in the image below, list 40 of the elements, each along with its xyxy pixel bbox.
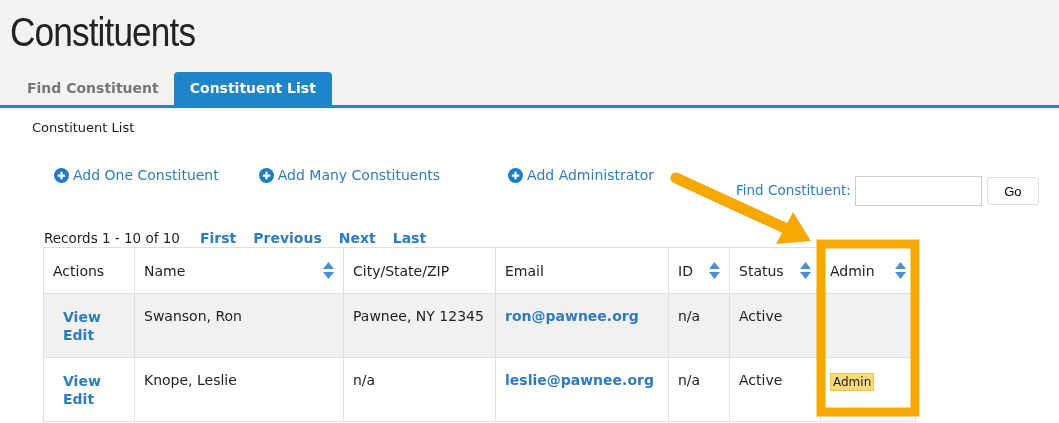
- plus-circle-icon: [54, 167, 69, 183]
- sort-icon: [800, 262, 811, 279]
- table-cell: Swanson, Ron: [134, 293, 344, 358]
- search-field[interactable]: [854, 176, 982, 206]
- add-link[interactable]: Add Many Constituents: [258, 167, 441, 183]
- column-header: Email: [495, 247, 669, 294]
- table-cell: n/a: [668, 357, 730, 422]
- records-count: Records 1 - 10 of 10: [44, 230, 180, 246]
- pager-link[interactable]: Next: [338, 230, 376, 246]
- row-action-link[interactable]: View: [63, 372, 125, 390]
- row-action-link[interactable]: Edit: [63, 390, 125, 408]
- table-cell: Knope, Leslie: [134, 357, 344, 422]
- column-header: City/State/ZIP: [343, 247, 496, 294]
- pager-link[interactable]: Last: [392, 230, 427, 246]
- pager-link[interactable]: First: [199, 230, 237, 246]
- row-action-link[interactable]: View: [63, 308, 125, 326]
- column-header: Actions: [43, 247, 135, 294]
- admin-tag: Admin: [830, 373, 875, 391]
- sort-icon: [895, 262, 906, 279]
- page-title: Constituents: [10, 9, 197, 56]
- pager-link[interactable]: Previous: [253, 230, 322, 246]
- tab[interactable]: Constituent List: [173, 72, 332, 105]
- email-link[interactable]: ron@pawnee.org: [505, 308, 639, 324]
- table-cell: Pawnee, NY 12345: [343, 293, 496, 358]
- plus-circle-icon: [508, 167, 524, 183]
- table-cell: n/a: [668, 293, 730, 358]
- sort-icon: [323, 262, 334, 279]
- breadcrumb: Constituent List: [32, 120, 136, 135]
- sort-icon: [709, 262, 720, 279]
- tab[interactable]: Find Constituent: [16, 72, 170, 105]
- add-link[interactable]: Add Administrator: [508, 167, 655, 183]
- find-label: Find Constituent:: [736, 182, 851, 198]
- email-link[interactable]: leslie@pawnee.org: [505, 372, 654, 388]
- plus-circle-icon: [258, 167, 274, 183]
- go-button[interactable]: Go: [986, 177, 1039, 205]
- row-action-link[interactable]: Edit: [63, 326, 125, 344]
- column-header[interactable]: ID: [668, 247, 730, 294]
- table-cell: n/a: [343, 357, 496, 422]
- column-header[interactable]: Name: [134, 247, 344, 294]
- add-link[interactable]: Add One Constituent: [54, 167, 219, 183]
